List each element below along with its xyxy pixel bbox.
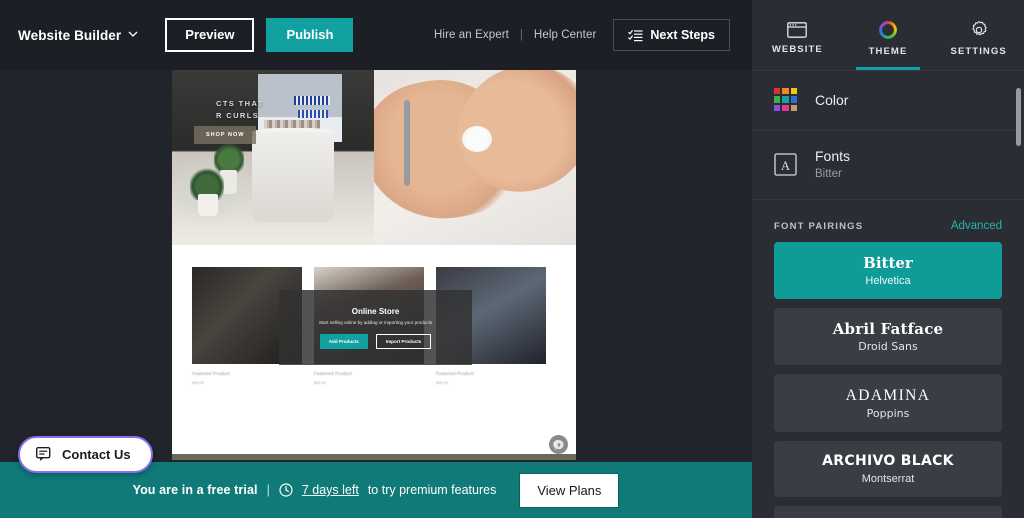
tab-theme[interactable]: THEME (843, 0, 934, 70)
featured-products-section: Featured Product $00.00 Featured Product… (172, 245, 576, 460)
hero-bottles-decor-2 (298, 110, 328, 118)
font-pairing-primary: Bitter (863, 254, 913, 272)
sidebar-item-color[interactable]: Color (752, 71, 1024, 130)
hero-section: CTS THAT R CURLS SHOP NOW (172, 70, 576, 245)
font-pairing-card-partial[interactable] (774, 505, 1002, 518)
font-pairing-card[interactable]: ARCHIVO BLACK Montserrat (774, 440, 1002, 497)
hero-headline: CTS THAT R CURLS (216, 98, 264, 122)
color-swatch-grid-icon (774, 88, 797, 111)
hero-counter-decor (252, 132, 334, 222)
hero-pot-decor-1 (198, 194, 218, 216)
font-box-icon: A (774, 152, 797, 176)
color-row-title: Color (815, 91, 849, 108)
fonts-row-title: Fonts (815, 148, 851, 164)
checklist-icon (628, 29, 643, 42)
website-builder-menu-label: Website Builder (18, 27, 122, 43)
tab-website[interactable]: WEBSITE (752, 0, 843, 70)
font-pairing-secondary: Poppins (866, 406, 910, 420)
shop-now-button[interactable]: SHOP NOW (194, 126, 257, 144)
font-pairing-secondary: Montserrat (861, 472, 915, 485)
site-preview[interactable]: CTS THAT R CURLS SHOP NOW Featured Produ… (172, 70, 576, 460)
online-store-overlay: Online Store Start selling online by add… (279, 290, 472, 365)
browser-window-icon (787, 21, 808, 38)
hero-headline-line-1: CTS THAT (216, 99, 264, 108)
hero-image-left: CTS THAT R CURLS SHOP NOW (172, 70, 374, 245)
font-pairing-secondary: Helvetica (865, 274, 911, 287)
product-price: $00.00 (436, 380, 449, 385)
fonts-row-subtitle: Bitter (815, 168, 842, 180)
sidebar-tabs: WEBSITE THEME SETTINGS (752, 0, 1024, 70)
trial-suffix: to try premium features (367, 483, 497, 497)
website-builder-app: Website Builder Preview Publish Hire an … (0, 0, 1024, 518)
chevron-down-icon (128, 29, 138, 38)
svg-text:A: A (781, 158, 791, 173)
hero-headline-line-2: R CURLS (216, 111, 260, 120)
fonts-row-text: Fonts Bitter (815, 148, 850, 180)
preview-button[interactable]: Preview (165, 17, 255, 53)
contact-us-label: Contact Us (62, 447, 131, 462)
top-toolbar: Website Builder Preview Publish Hire an … (0, 0, 752, 70)
import-products-button[interactable]: Import Products (375, 333, 432, 349)
online-store-title: Online Store (351, 306, 400, 316)
online-store-subtitle: Start selling online by adding or import… (318, 319, 433, 325)
font-pairings-header: FONT PAIRINGS Advanced (752, 200, 1024, 242)
chat-icon (35, 446, 53, 462)
website-builder-menu[interactable]: Website Builder (18, 27, 138, 43)
publish-button[interactable]: Publish (266, 17, 354, 53)
product-name: Featured Product (314, 371, 352, 376)
toolbar-separator: | (519, 29, 523, 41)
top-toolbar-right: Hire an Expert | Help Center Next Steps (434, 19, 730, 51)
trial-message: You are in a free trial (132, 483, 258, 497)
trial-separator: | (266, 483, 270, 497)
hero-foam-decor (462, 126, 492, 152)
product-price: $00.00 (314, 380, 327, 385)
tab-settings-label: SETTINGS (950, 45, 1007, 57)
font-pairings-list: Bitter Helvetica Abril Fatface Droid San… (752, 242, 1024, 518)
font-pairing-card[interactable]: ADAMINA Poppins (774, 374, 1002, 432)
hero-bottles-decor (294, 96, 330, 105)
gear-icon (969, 20, 989, 40)
advanced-link[interactable]: Advanced (951, 220, 1002, 232)
sidebar-item-fonts[interactable]: A Fonts Bitter (752, 131, 1024, 199)
site-footer-bar (172, 454, 576, 460)
online-store-actions: Add Products Import Products (319, 333, 432, 349)
add-products-button[interactable]: Add Products (319, 333, 368, 349)
contact-us-button[interactable]: Contact Us (18, 436, 153, 473)
font-pairing-card[interactable]: Abril Fatface Droid Sans (774, 308, 1002, 366)
font-pairing-primary: ARCHIVO BLACK (822, 452, 954, 469)
canvas-scrollbar[interactable] (404, 100, 410, 186)
product-price: $00.00 (192, 380, 205, 385)
font-pairing-card[interactable]: Bitter Helvetica (774, 242, 1002, 300)
font-pairing-primary: Abril Fatface (832, 320, 944, 339)
chat-bubble-icon[interactable] (549, 435, 568, 454)
tab-website-label: WEBSITE (771, 43, 823, 55)
color-row-text: Color (815, 92, 848, 108)
font-pairing-primary: ADAMINA (845, 387, 931, 405)
sidebar-scrollbar[interactable] (1016, 88, 1021, 146)
next-steps-label: Next Steps (650, 28, 715, 42)
font-pairings-label: FONT PAIRINGS (774, 220, 864, 232)
help-center-link[interactable]: Help Center (534, 29, 596, 41)
view-plans-button[interactable]: View Plans (519, 472, 620, 508)
next-steps-button[interactable]: Next Steps (613, 19, 730, 51)
tab-settings[interactable]: SETTINGS (933, 0, 1024, 70)
tab-theme-label: THEME (868, 45, 908, 57)
theme-sidebar: WEBSITE THEME SETTINGS Color A Fonts Bit… (752, 0, 1024, 518)
product-name: Featured Product (192, 371, 230, 376)
color-wheel-icon (878, 20, 898, 40)
clock-icon (279, 483, 293, 497)
font-pairing-secondary: Droid Sans (858, 339, 918, 353)
hire-an-expert-link[interactable]: Hire an Expert (434, 29, 509, 41)
product-name: Featured Product (436, 371, 474, 376)
trial-days-left-link[interactable]: 7 days left (302, 483, 359, 497)
